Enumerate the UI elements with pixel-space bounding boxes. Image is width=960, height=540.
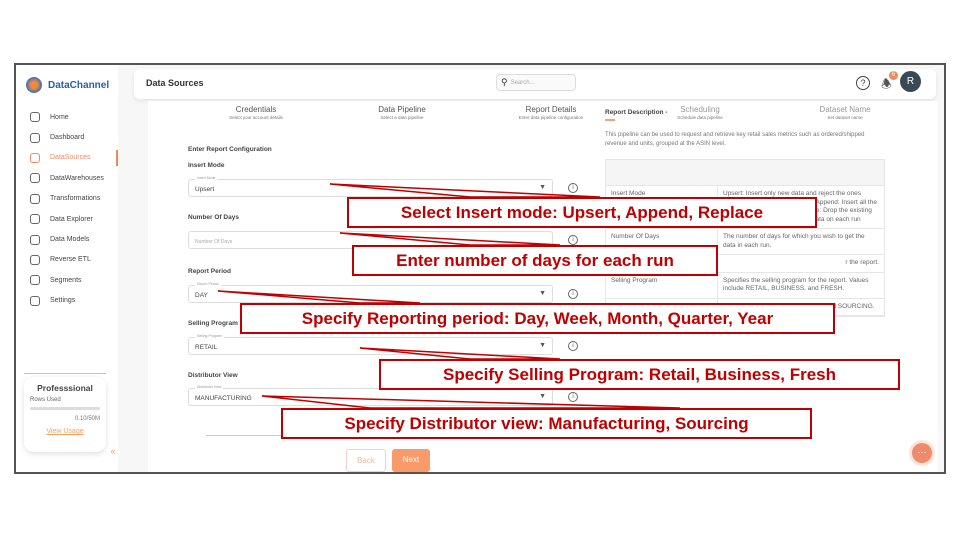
callout-insert-mode: Select Insert mode: Upsert, Append, Repl… [347,197,817,228]
pointer-selling-program [359,347,561,360]
callout-number-of-days: Enter number of days for each run [352,245,718,276]
callout-selling-program: Specify Selling Program: Retail, Busines… [379,359,900,390]
pointer-distributor-view [261,395,681,409]
callout-report-period: Specify Reporting period: Day, Week, Mon… [240,303,835,334]
pointer-number-of-days [339,232,561,246]
pointer-report-period [217,290,421,304]
pointer-insert-mode [329,183,601,198]
callout-distributor-view: Specify Distributor view: Manufacturing,… [281,408,812,439]
